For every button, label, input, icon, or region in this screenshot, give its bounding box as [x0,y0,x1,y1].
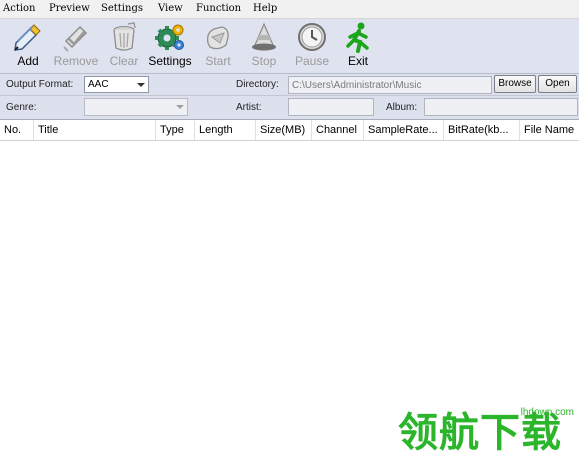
menu-help[interactable]: Help [253,3,277,14]
remove-button[interactable]: Remove [52,21,100,71]
watermark: lhdown.com 领航下载 [398,400,578,458]
clear-label: Clear [109,54,139,68]
album-label: Album: [386,102,418,113]
artist-field[interactable] [288,98,374,116]
tag-options-row: Genre: Artist: Album: [0,96,579,120]
add-pencil-icon [14,24,41,51]
file-list-header: No. Title Type Length Size(MB) Channel S… [0,120,579,141]
settings-gear-icon [155,24,184,50]
directory-label: Directory: [236,79,279,90]
column-type[interactable]: Type [156,120,195,140]
exit-button[interactable]: Exit [334,21,382,71]
column-length[interactable]: Length [195,120,256,140]
menu-action[interactable]: Action [3,3,36,14]
column-samplerate[interactable]: SampleRate... [364,120,444,140]
column-title[interactable]: Title [34,120,156,140]
chevron-down-icon [137,83,145,87]
directory-value: C:\Users\Administrator\Music [292,80,422,91]
remove-icon [63,25,88,52]
start-icon [206,26,229,50]
start-button[interactable]: Start [194,21,242,71]
pause-label: Pause [294,54,330,68]
column-file-name[interactable]: File Name [520,120,579,140]
start-label: Start [205,54,231,68]
genre-select[interactable] [84,98,188,116]
clear-bin-icon [113,22,136,51]
menu-function[interactable]: Function [196,3,241,14]
stop-button[interactable]: Stop [240,21,288,71]
exit-label: Exit [347,54,368,68]
menu-preview[interactable]: Preview [49,3,90,14]
genre-label: Genre: [6,102,37,113]
add-button[interactable]: Add [4,21,52,71]
settings-label: Settings [148,54,192,68]
output-format-label: Output Format: [6,79,74,90]
settings-button[interactable]: Settings [146,21,194,71]
stop-label: Stop [251,54,277,68]
browse-button[interactable]: Browse [494,75,536,93]
output-options-row: Output Format: AAC Directory: C:\Users\A… [0,74,579,96]
pause-button[interactable]: Pause [288,21,336,71]
clear-button[interactable]: Clear [100,21,148,71]
column-channel[interactable]: Channel [312,120,364,140]
directory-field[interactable]: C:\Users\Administrator\Music [288,76,492,94]
column-no[interactable]: No. [0,120,34,140]
menu-view[interactable]: View [158,3,183,14]
artist-label: Artist: [236,102,262,113]
column-size[interactable]: Size(MB) [256,120,312,140]
album-field[interactable] [424,98,578,116]
remove-label: Remove [53,54,99,68]
column-bitrate[interactable]: BitRate(kb... [444,120,520,140]
open-button[interactable]: Open [538,75,577,93]
chevron-down-icon [176,105,184,109]
stop-cone-icon [252,22,276,51]
watermark-text: 领航下载 [398,410,562,456]
menu-bar: Action Preview Settings View Function He… [0,0,579,19]
pause-clock-icon [298,23,326,51]
menu-settings[interactable]: Settings [101,3,143,14]
output-format-select[interactable]: AAC [84,76,149,93]
toolbar: Add Remove Clear Settings Start Stop Pau… [0,19,579,74]
exit-runner-icon [346,22,369,53]
output-format-value: AAC [88,79,109,90]
add-label: Add [17,54,39,68]
